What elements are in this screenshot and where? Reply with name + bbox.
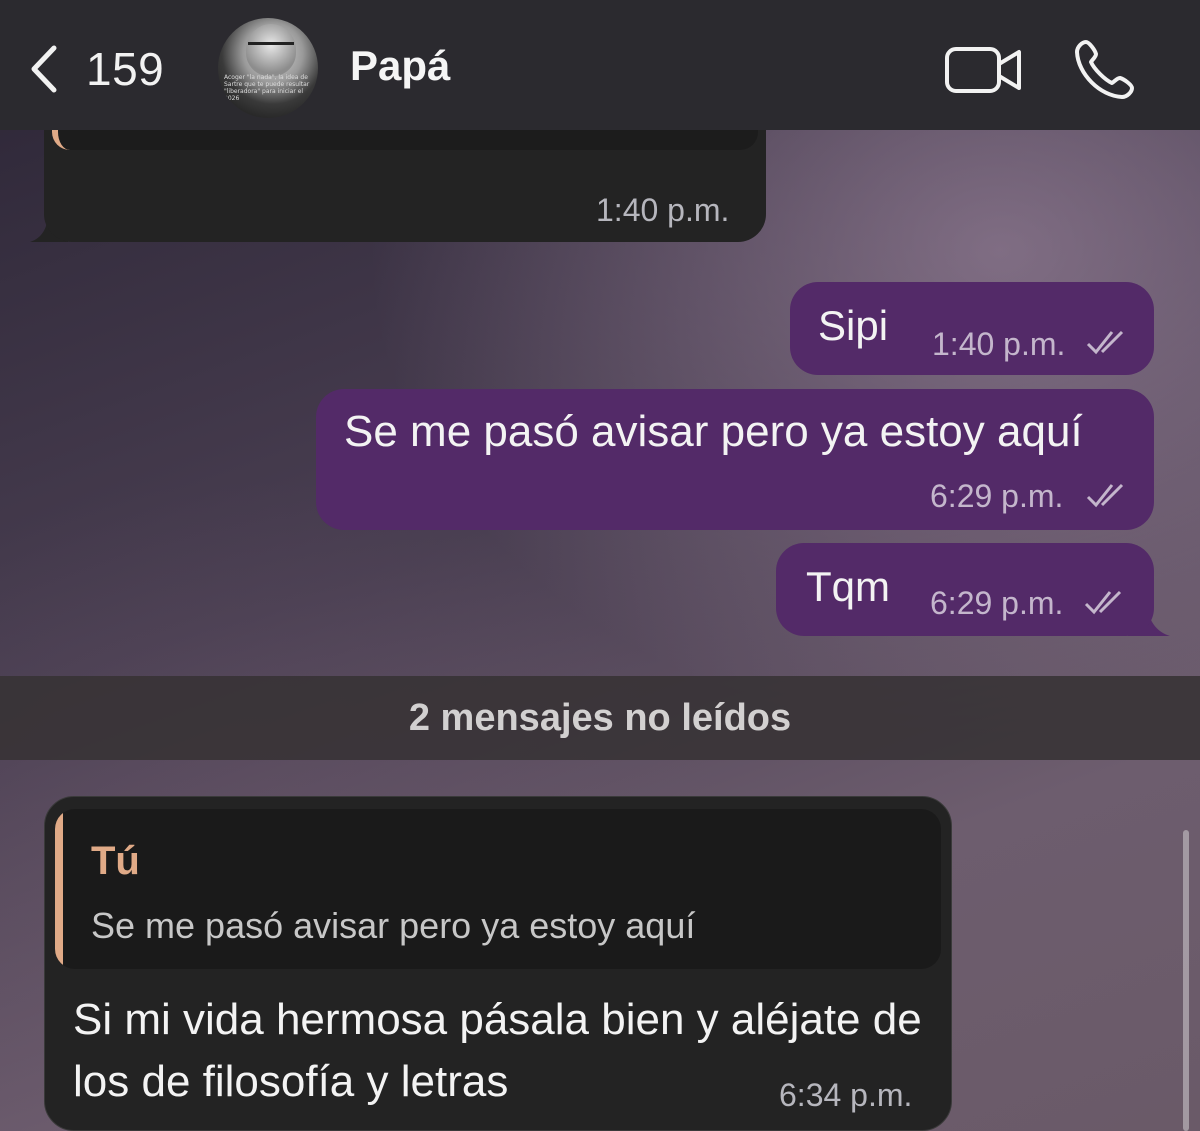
reply-text: Se me pasó avisar pero ya estoy aquí (91, 905, 696, 946)
voice-call-button[interactable] (1072, 38, 1136, 102)
phone-icon (1075, 40, 1134, 99)
video-call-button[interactable] (944, 44, 1024, 96)
contact-name[interactable]: Papá (350, 42, 450, 90)
message-bubble-outgoing[interactable]: Se me pasó avisar pero ya estoy aquí 6:2… (316, 389, 1154, 530)
double-check-icon (1086, 483, 1124, 508)
avatar[interactable]: Acoger "la nada", la idea de Sartre que … (218, 18, 318, 118)
unread-chats-count: 159 (86, 43, 165, 95)
message-bubble-outgoing[interactable]: Sipi 1:40 p.m. (790, 282, 1154, 375)
chevron-left-icon (31, 45, 57, 93)
chat-header: 159 Acoger "la nada", la idea de Sartre … (0, 0, 1200, 130)
reply-quote[interactable]: Tú Se me pasó avisar pero ya estoy aquí (55, 809, 941, 969)
double-check-icon (1086, 330, 1124, 355)
message-time: 6:34 p.m. (779, 1077, 913, 1113)
unread-separator: 2 mensajes no leídos (0, 676, 1200, 760)
back-button[interactable]: 159 (28, 34, 164, 104)
message-time: 6:29 p.m. (930, 478, 1064, 514)
message-time: 1:40 p.m. (596, 192, 730, 228)
message-bubble-incoming[interactable]: Tú Se me pasó avisar pero ya estoy aquí … (44, 796, 952, 1131)
scrollbar[interactable] (1183, 830, 1189, 1131)
video-camera-icon (945, 47, 1021, 93)
message-time: 6:29 p.m. (930, 585, 1064, 621)
message-text: Tqm (806, 563, 890, 610)
message-bubble-outgoing[interactable]: Tqm 6:29 p.m. (776, 543, 1154, 636)
double-check-icon (1084, 590, 1122, 615)
reply-accent-bar (55, 809, 63, 969)
message-text: Sipi (818, 302, 889, 349)
unread-separator-label: 2 mensajes no leídos (408, 696, 792, 739)
message-text: Se me pasó avisar pero ya estoy aquí (344, 407, 1083, 456)
avatar-caption: Acoger "la nada", la idea de Sartre que … (224, 74, 310, 102)
reply-author: Tú (91, 839, 140, 883)
message-time: 1:40 p.m. (932, 326, 1066, 362)
